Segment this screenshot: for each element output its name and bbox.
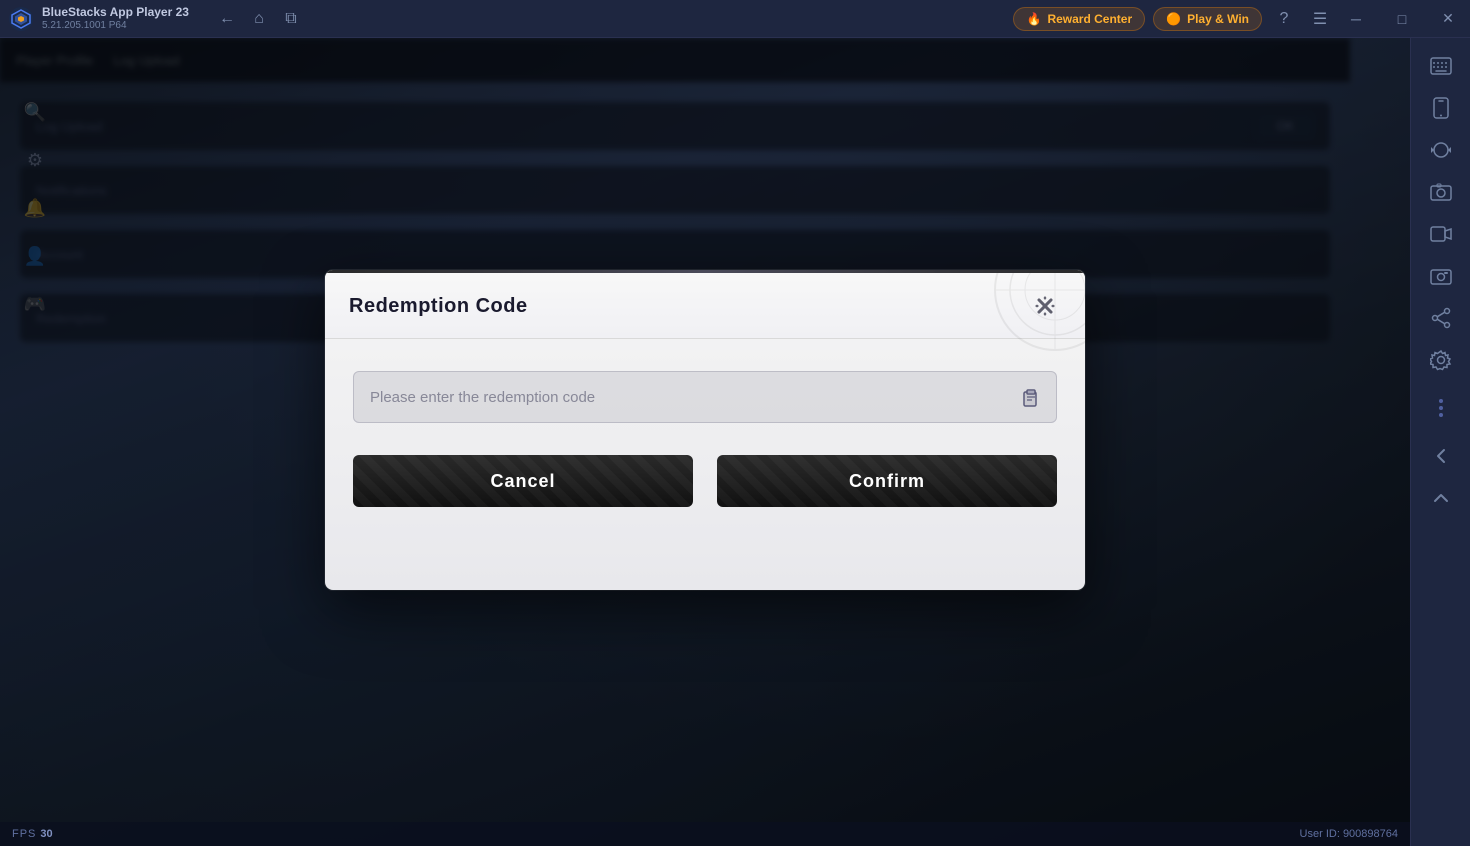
close-button[interactable]: ✕ <box>1426 0 1470 38</box>
confirm-button[interactable]: Confirm <box>717 455 1057 507</box>
fps-label: FPS <box>12 828 36 840</box>
camera2-icon-svg <box>1430 267 1452 285</box>
maximize-button[interactable]: □ <box>1380 0 1424 38</box>
right-sidebar <box>1410 38 1470 846</box>
modal-close-button[interactable] <box>1029 290 1061 322</box>
app-name: BlueStacks App Player 23 <box>42 5 189 19</box>
play-win-label: Play & Win <box>1187 12 1249 26</box>
sidebar-settings-icon[interactable] <box>1419 340 1463 380</box>
redemption-modal: Redemption Code <box>325 270 1085 590</box>
reward-center-button[interactable]: 🔥 Reward Center <box>1013 7 1145 31</box>
user-id: User ID: 900898764 <box>1300 828 1398 840</box>
back-arrow-icon <box>1432 447 1450 465</box>
play-win-button[interactable]: 🟠 Play & Win <box>1153 7 1262 31</box>
clipboard-icon <box>1021 387 1041 407</box>
sidebar-screenshot-icon[interactable] <box>1419 172 1463 212</box>
back-button[interactable]: ← <box>213 5 241 33</box>
sidebar-share-icon[interactable] <box>1419 298 1463 338</box>
menu-button[interactable]: ☰ <box>1306 5 1334 33</box>
sidebar-more-options[interactable] <box>1419 388 1463 428</box>
duplicate-button[interactable]: ⧉ <box>277 5 305 33</box>
settings-icon-svg <box>1430 349 1452 371</box>
titlebar-left: BlueStacks App Player 23 5.21.205.1001 P… <box>0 5 1013 33</box>
sidebar-camera2-icon[interactable] <box>1419 256 1463 296</box>
modal-title: Redemption Code <box>349 295 528 318</box>
window-controls: ─ □ ✕ <box>1334 0 1470 38</box>
sidebar-keyboard-icon[interactable] <box>1419 46 1463 86</box>
titlebar: BlueStacks App Player 23 5.21.205.1001 P… <box>0 0 1470 38</box>
home-button[interactable]: ⌂ <box>245 5 273 33</box>
confirm-label: Confirm <box>849 471 925 491</box>
close-x-icon <box>1034 295 1056 317</box>
sidebar-video-icon[interactable] <box>1419 214 1463 254</box>
modal-overlay: Redemption Code <box>0 38 1410 822</box>
video-icon-svg <box>1430 226 1452 242</box>
redemption-code-input[interactable] <box>353 371 1057 423</box>
camera-icon-svg <box>1430 183 1452 201</box>
phone-icon-svg <box>1433 97 1449 119</box>
modal-buttons: Cancel Confirm <box>353 455 1057 507</box>
titlebar-center: 🔥 Reward Center 🟠 Play & Win ? ☰ <box>1013 5 1334 33</box>
sidebar-rotate-icon[interactable] <box>1419 130 1463 170</box>
app-version: 5.21.205.1001 P64 <box>42 20 189 32</box>
sidebar-up-btn[interactable] <box>1419 478 1463 518</box>
sidebar-phone-icon[interactable] <box>1419 88 1463 128</box>
minimize-button[interactable]: ─ <box>1334 0 1378 38</box>
paste-icon-button[interactable] <box>1019 385 1043 409</box>
sidebar-back-btn[interactable] <box>1419 436 1463 476</box>
up-arrow-icon <box>1432 489 1450 507</box>
share-icon-svg <box>1431 307 1451 329</box>
cancel-button[interactable]: Cancel <box>353 455 693 507</box>
reward-icon: 🔥 <box>1026 12 1041 26</box>
reward-center-label: Reward Center <box>1047 12 1132 26</box>
app-title-group: BlueStacks App Player 23 5.21.205.1001 P… <box>42 5 189 31</box>
code-input-wrapper <box>353 371 1057 423</box>
rotate-icon-svg <box>1430 139 1452 161</box>
fps-value: 30 <box>40 828 52 840</box>
keyboard-icon-svg <box>1430 57 1452 75</box>
nav-buttons: ← ⌂ ⧉ <box>213 5 305 33</box>
bottom-bar: FPS 30 User ID: 900898764 <box>0 822 1410 846</box>
bluestacks-logo <box>8 6 34 32</box>
help-button[interactable]: ? <box>1270 5 1298 33</box>
play-win-icon: 🟠 <box>1166 12 1181 26</box>
cancel-label: Cancel <box>490 471 555 491</box>
